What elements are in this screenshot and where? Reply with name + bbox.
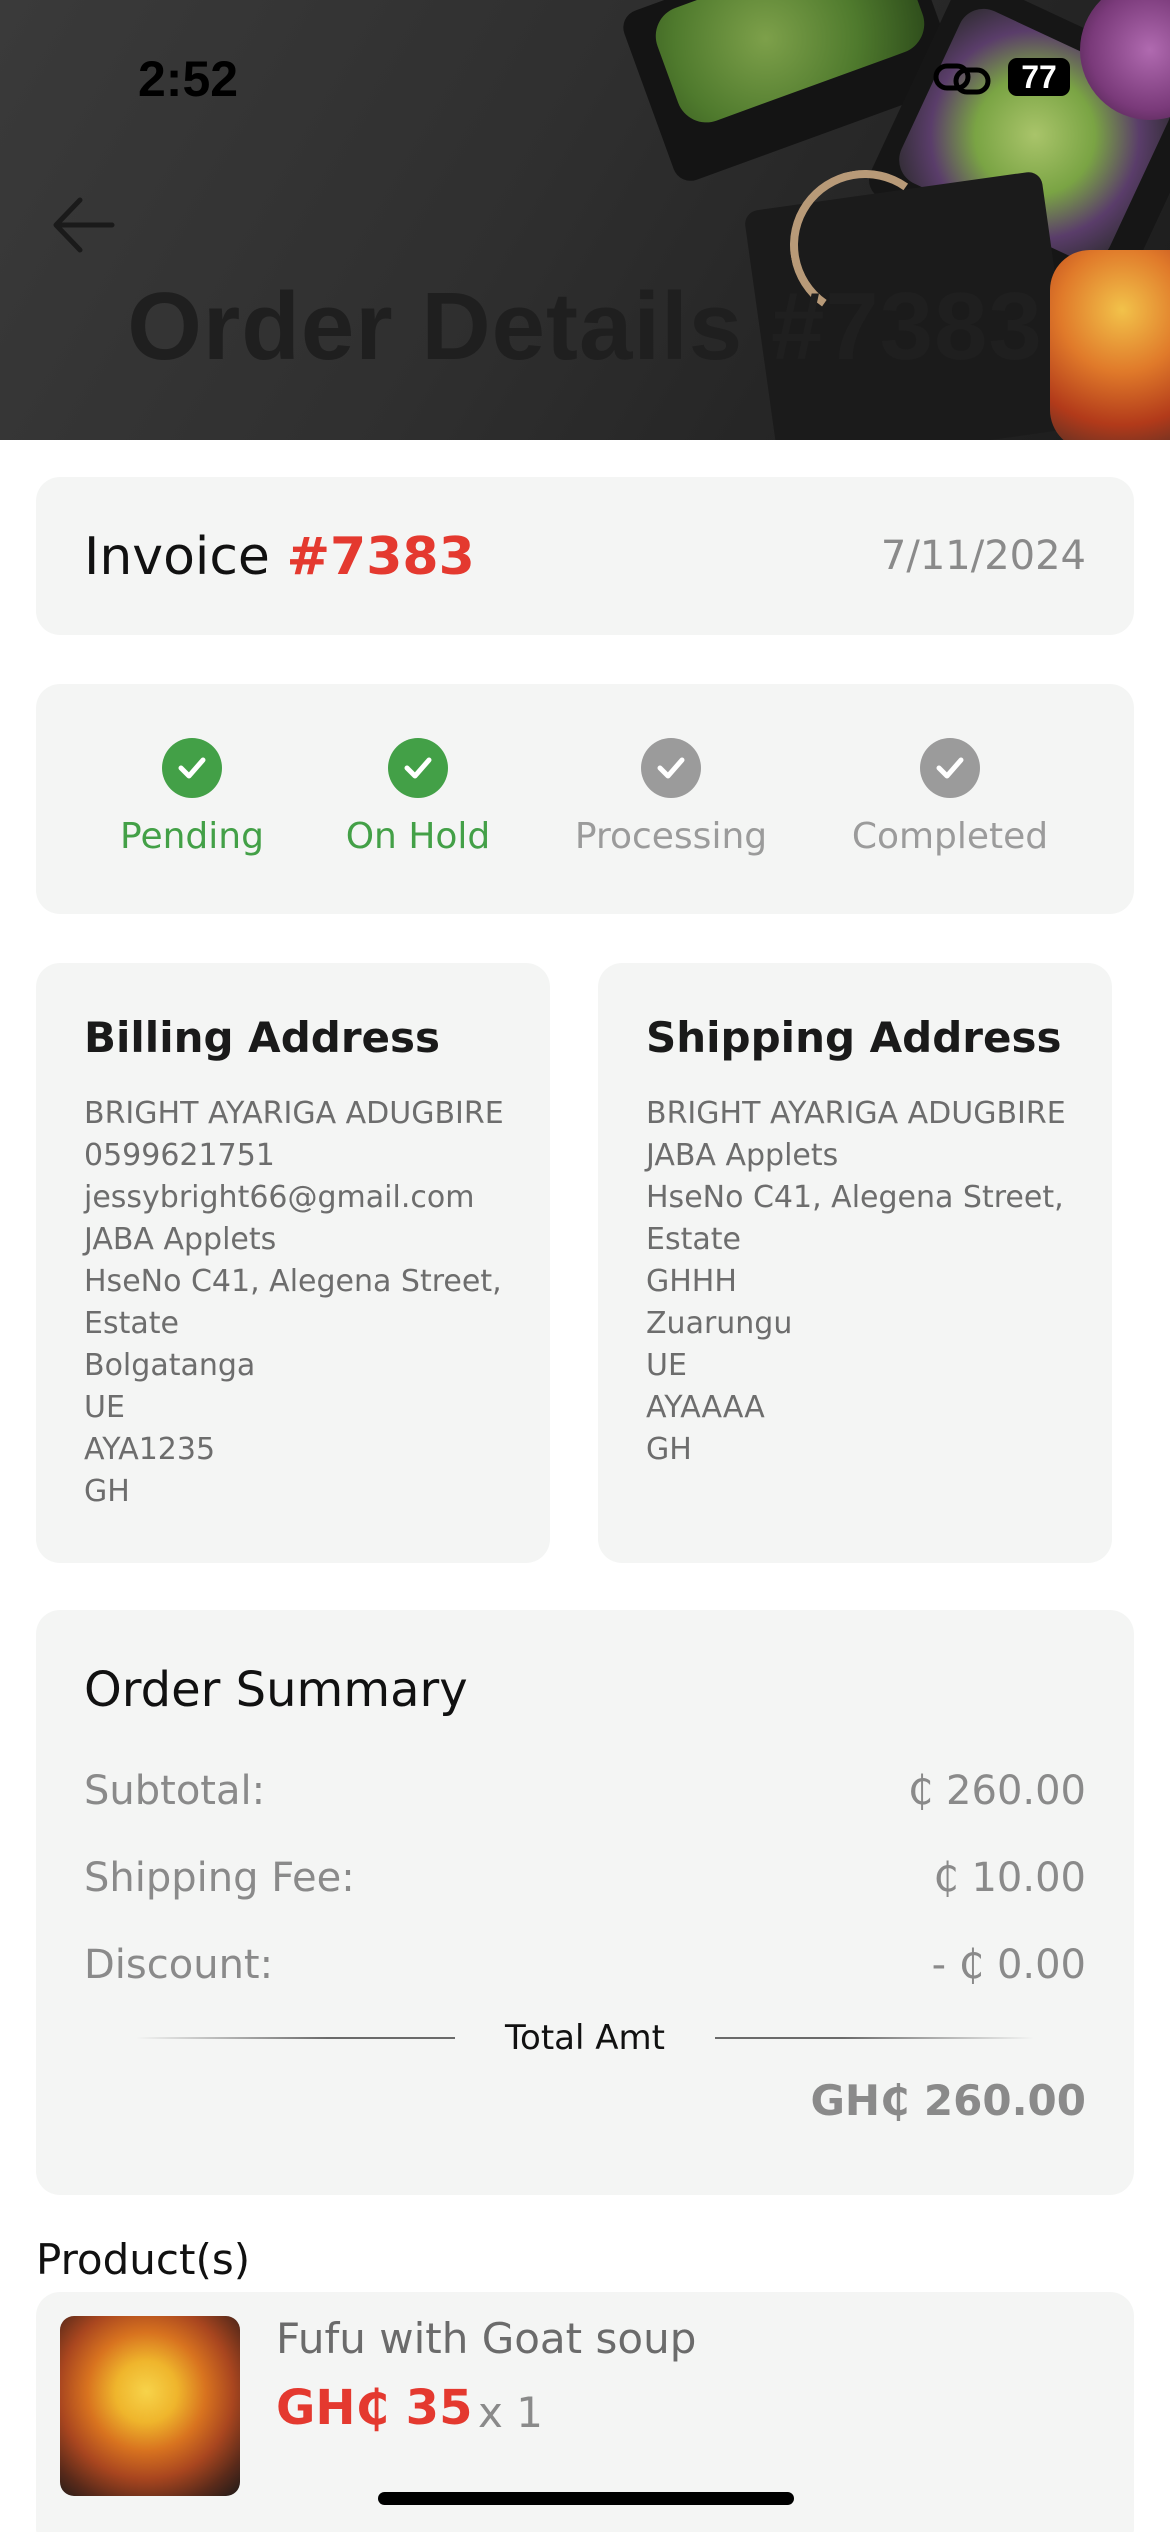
products-heading: Product(s): [36, 2235, 251, 2284]
header-banner: 2:52 77 Order Details #7383: [0, 0, 1170, 440]
check-icon: [388, 738, 448, 798]
shipping-address-title: Shipping Address: [646, 1013, 1062, 1062]
total-amount: GH₵ 260.00: [810, 2076, 1086, 2125]
discount-row: Discount: - ₵ 0.00: [84, 1942, 1086, 1988]
discount-value: - ₵ 0.00: [931, 1942, 1086, 1988]
shipping-street-2: Estate: [646, 1222, 741, 1257]
discount-label: Discount:: [84, 1942, 274, 1988]
billing-city: Bolgatanga: [84, 1348, 256, 1383]
billing-phone: 0599621751: [84, 1138, 275, 1173]
total-label: Total Amt: [505, 2018, 665, 2058]
shipping-fee-label: Shipping Fee:: [84, 1855, 355, 1901]
page-title: Order Details #7383: [127, 273, 1043, 380]
shipping-street: HseNo C41, Alegena Street,: [646, 1180, 1064, 1215]
billing-country: GH: [84, 1474, 130, 1509]
subtotal-row: Subtotal: ₵ 260.00: [84, 1768, 1086, 1814]
billing-postcode: AYA1235: [84, 1432, 216, 1467]
billing-address-lines: BRIGHT AYARIGA ADUGBIRE 0599621751 jessy…: [84, 1093, 524, 1513]
invoice-card: Invoice #7383 7/11/2024: [36, 477, 1134, 635]
status-step-label: Completed: [851, 816, 1049, 857]
status-step-label: On Hold: [345, 816, 491, 857]
subtotal-value: ₵ 260.00: [907, 1768, 1086, 1814]
product-name: Fufu with Goat soup: [276, 2314, 697, 2363]
billing-name: BRIGHT AYARIGA ADUGBIRE: [84, 1096, 504, 1131]
shipping-postcode: AYAAAA: [646, 1390, 765, 1425]
invoice-label-text: Invoice: [84, 527, 270, 587]
billing-email: jessybright66@gmail.com: [84, 1180, 475, 1215]
status-step-completed: Completed: [820, 738, 1080, 857]
back-button[interactable]: [46, 190, 126, 260]
order-status-tracker: Pending On Hold Processing Completed: [36, 684, 1134, 914]
battery-indicator: 77: [1008, 58, 1070, 96]
status-step-label: Pending: [120, 816, 264, 857]
product-quantity: x 1: [478, 2388, 543, 2437]
home-indicator[interactable]: [378, 2492, 794, 2505]
product-price: GH₵ 35: [276, 2380, 473, 2436]
shipping-fee-value: ₵ 10.00: [933, 1855, 1086, 1901]
shipping-name: BRIGHT AYARIGA ADUGBIRE: [646, 1096, 1066, 1131]
check-icon: [641, 738, 701, 798]
link-icon: [932, 58, 994, 108]
billing-address-card: Billing Address BRIGHT AYARIGA ADUGBIRE …: [36, 963, 550, 1563]
shipping-region: UE: [646, 1348, 687, 1383]
billing-region: UE: [84, 1390, 125, 1425]
billing-address-title: Billing Address: [84, 1013, 441, 1062]
billing-company: JABA Applets: [84, 1222, 277, 1257]
shipping-address-lines: BRIGHT AYARIGA ADUGBIRE JABA Applets Hse…: [646, 1093, 1086, 1471]
shipping-city: Zuarungu: [646, 1306, 793, 1341]
check-icon: [162, 738, 222, 798]
total-divider: Total Amt: [136, 2018, 1034, 2058]
status-time: 2:52: [138, 51, 239, 107]
shipping-fee-row: Shipping Fee: ₵ 10.00: [84, 1855, 1086, 1901]
subtotal-label: Subtotal:: [84, 1768, 266, 1814]
arrow-left-icon: [53, 197, 115, 253]
billing-street-2: Estate: [84, 1306, 179, 1341]
product-image: [60, 2316, 240, 2496]
invoice-date: 7/11/2024: [880, 533, 1086, 579]
billing-street: HseNo C41, Alegena Street,: [84, 1264, 502, 1299]
status-step-on-hold: On Hold: [288, 738, 548, 857]
order-summary-card: Order Summary Subtotal: ₵ 260.00 Shippin…: [36, 1610, 1134, 2195]
invoice-number: #7383: [286, 527, 475, 587]
status-step-processing: Processing: [541, 738, 801, 857]
shipping-address-card: Shipping Address BRIGHT AYARIGA ADUGBIRE…: [598, 963, 1112, 1563]
status-step-pending: Pending: [62, 738, 322, 857]
divider-line: [136, 2037, 456, 2039]
divider-line: [714, 2037, 1034, 2039]
order-summary-title: Order Summary: [84, 1662, 468, 1718]
shipping-country: GH: [646, 1432, 692, 1467]
shipping-company: JABA Applets: [646, 1138, 839, 1173]
check-icon: [920, 738, 980, 798]
status-step-label: Processing: [574, 816, 768, 857]
shipping-address-2: GHHH: [646, 1264, 737, 1299]
invoice-label: Invoice #7383: [84, 527, 475, 587]
